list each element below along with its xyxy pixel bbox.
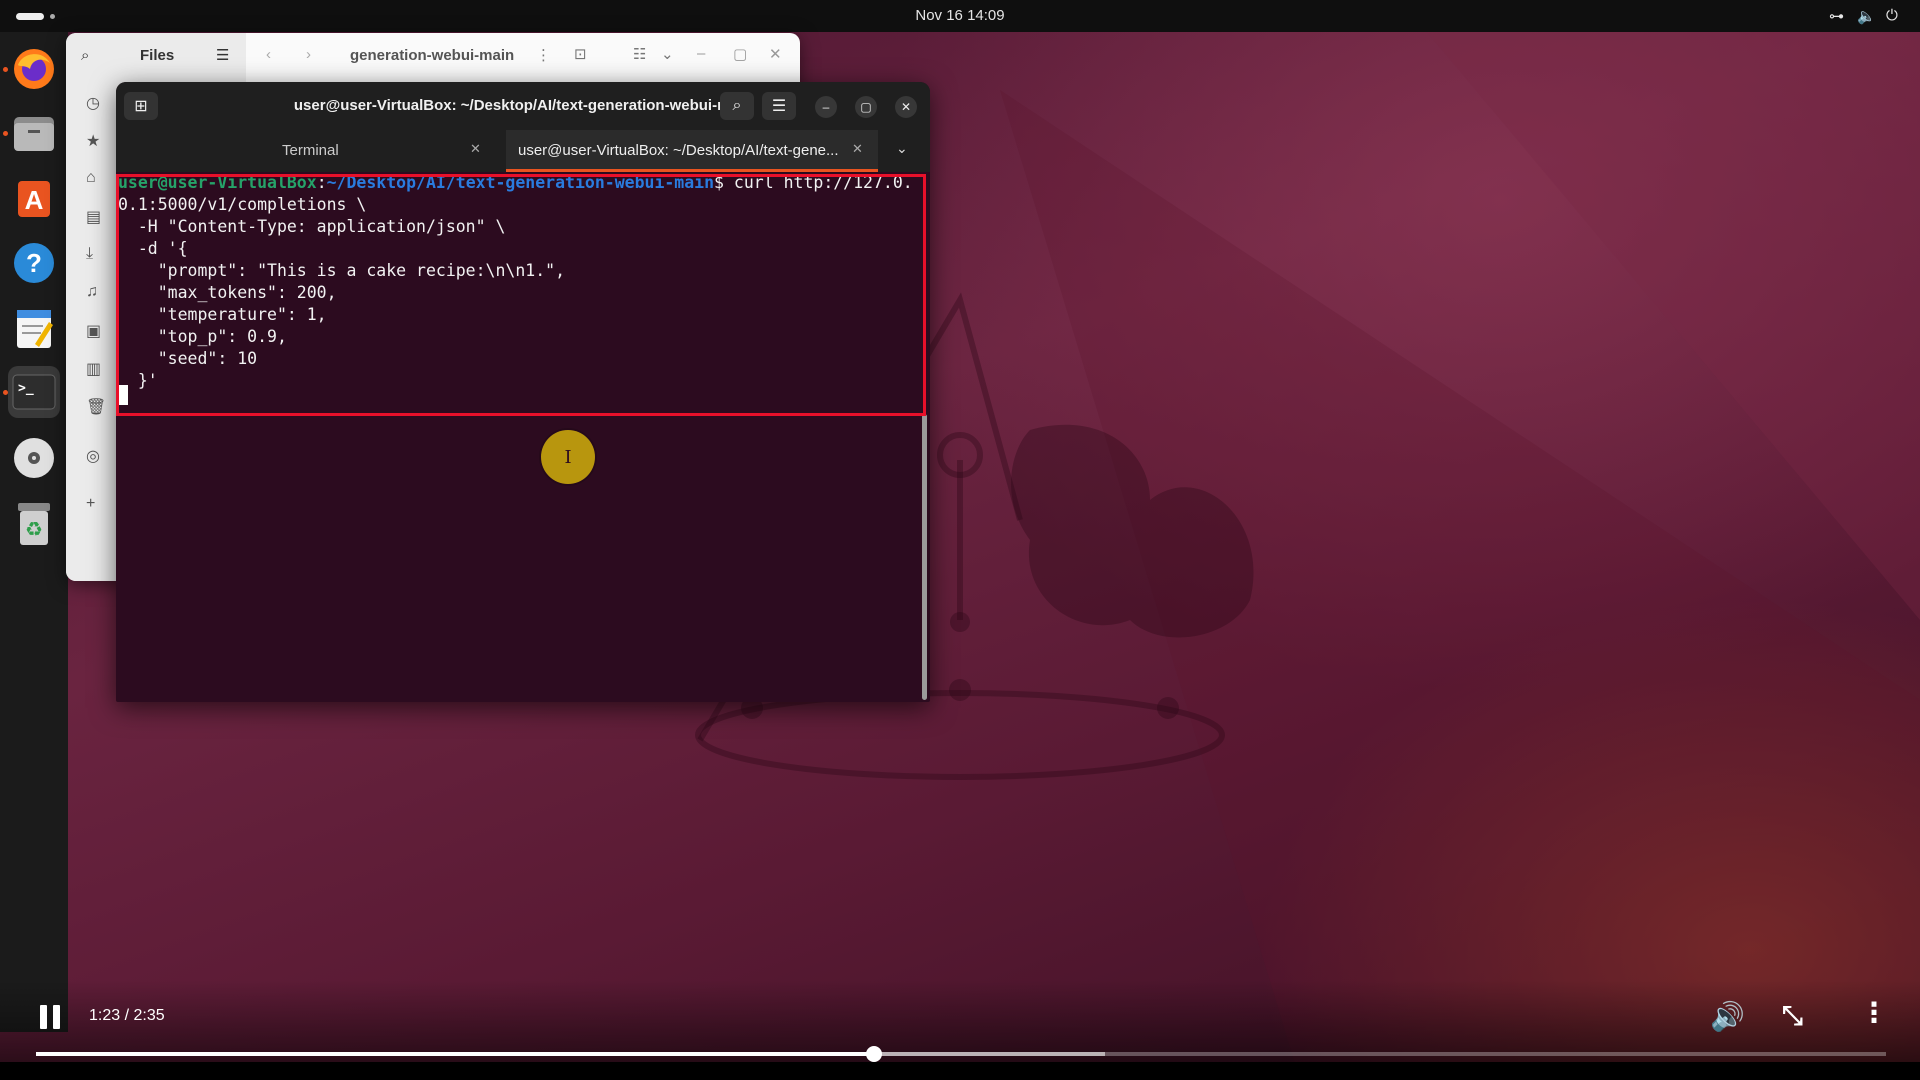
- minimize-icon[interactable]: –: [697, 45, 705, 62]
- svg-text:>_: >_: [18, 381, 34, 396]
- search-icon[interactable]: ⌕: [81, 47, 89, 64]
- screen: Nov 16 14:09 ⊶ 🔈 ⏻ A ? >_ ♻ ⌕ Files ☰ ‹ …: [0, 0, 1920, 1080]
- videos-icon[interactable]: ▥: [86, 359, 101, 379]
- highlight-box: [116, 174, 926, 416]
- list-view-icon[interactable]: ☷: [633, 45, 646, 63]
- trash-folder-icon[interactable]: 🗑: [86, 397, 106, 417]
- scrollbar[interactable]: [922, 414, 927, 700]
- svg-text:?: ?: [26, 248, 42, 278]
- tab-label: Terminal: [282, 142, 339, 159]
- running-indicator: [3, 67, 8, 72]
- terminal-headerbar: ⊞ user@user-VirtualBox: ~/Desktop/AI/tex…: [116, 82, 930, 130]
- text-editor-icon[interactable]: [8, 302, 60, 354]
- bottom-strip: [0, 1062, 1920, 1080]
- mouse-cursor-highlight: I: [541, 430, 595, 484]
- running-indicator: [3, 131, 8, 136]
- terminal-tabs: Terminal ✕ user@user-VirtualBox: ~/Deskt…: [116, 130, 930, 172]
- search-icon[interactable]: ⌕: [720, 92, 754, 120]
- close-icon[interactable]: ✕: [769, 45, 782, 63]
- disc-icon[interactable]: [8, 432, 60, 484]
- svg-text:♻: ♻: [25, 517, 43, 541]
- seek-bar[interactable]: [36, 1046, 1886, 1062]
- more-options-icon[interactable]: ⋮: [1860, 996, 1888, 1029]
- volume-disc-icon[interactable]: ◎: [86, 446, 100, 466]
- close-icon[interactable]: ✕: [895, 96, 917, 118]
- menu-icon[interactable]: ☰: [216, 46, 229, 64]
- running-indicator: [3, 390, 8, 395]
- path-bar[interactable]: generation-webui-main: [350, 47, 514, 64]
- tab-close-icon[interactable]: ✕: [470, 141, 481, 157]
- home-icon[interactable]: ⌂: [86, 169, 96, 187]
- tab-active-session[interactable]: user@user-VirtualBox: ~/Desktop/AI/text-…: [506, 130, 878, 172]
- recent-icon[interactable]: ◷: [86, 93, 100, 113]
- add-location-icon[interactable]: +: [86, 495, 95, 513]
- maximize-icon[interactable]: ▢: [855, 96, 877, 118]
- path-menu-icon[interactable]: ⋮: [536, 46, 551, 64]
- firefox-icon[interactable]: [8, 43, 60, 95]
- seek-handle[interactable]: [866, 1046, 883, 1062]
- pause-button[interactable]: [40, 1005, 66, 1031]
- clock[interactable]: Nov 16 14:09: [0, 7, 1920, 24]
- files-title: Files: [140, 47, 175, 64]
- volume-icon[interactable]: 🔈: [1857, 7, 1876, 25]
- minimize-icon[interactable]: –: [815, 96, 837, 118]
- maximize-icon[interactable]: ▢: [733, 45, 747, 63]
- power-icon[interactable]: ⏻: [1886, 7, 1898, 24]
- app-center-icon[interactable]: A: [8, 171, 60, 223]
- tab-label: user@user-VirtualBox: ~/Desktop/AI/text-…: [518, 142, 839, 159]
- downloads-icon[interactable]: ⤓: [86, 245, 93, 263]
- dock: A ? >_ ♻: [0, 32, 68, 1032]
- menu-icon[interactable]: ☰: [762, 92, 796, 120]
- volume-icon[interactable]: 🔊: [1710, 1000, 1745, 1033]
- tab-close-icon[interactable]: ✕: [852, 141, 863, 157]
- documents-icon[interactable]: ▤: [86, 207, 101, 227]
- back-icon[interactable]: ‹: [266, 46, 271, 63]
- played-bar: [36, 1052, 875, 1056]
- chevron-down-icon[interactable]: ⌄: [661, 45, 674, 63]
- terminal-title: user@user-VirtualBox: ~/Desktop/AI/text-…: [293, 97, 753, 114]
- files-icon[interactable]: [8, 107, 60, 159]
- forward-icon[interactable]: ›: [306, 46, 311, 63]
- playback-time: 1:23 / 2:35: [89, 1007, 165, 1024]
- starred-icon[interactable]: ★: [86, 131, 100, 151]
- files-headerbar: ⌕ Files ☰ ‹ › generation-webui-main ⋮ ⊡ …: [66, 33, 800, 81]
- svg-text:A: A: [25, 185, 44, 215]
- terminal-icon[interactable]: >_: [8, 366, 60, 418]
- network-icon[interactable]: ⊶: [1829, 7, 1844, 25]
- trash-icon[interactable]: ♻: [8, 498, 60, 550]
- tab-terminal[interactable]: Terminal ✕: [116, 130, 506, 172]
- music-icon[interactable]: ♫: [86, 283, 98, 301]
- chevron-down-icon[interactable]: ⌄: [896, 140, 908, 157]
- help-icon[interactable]: ?: [8, 237, 60, 289]
- exit-fullscreen-icon[interactable]: ⤡: [1782, 1000, 1803, 1032]
- view-icon[interactable]: ⊡: [574, 45, 587, 63]
- top-bar: Nov 16 14:09 ⊶ 🔈 ⏻: [0, 0, 1920, 32]
- pictures-icon[interactable]: ▣: [86, 321, 101, 341]
